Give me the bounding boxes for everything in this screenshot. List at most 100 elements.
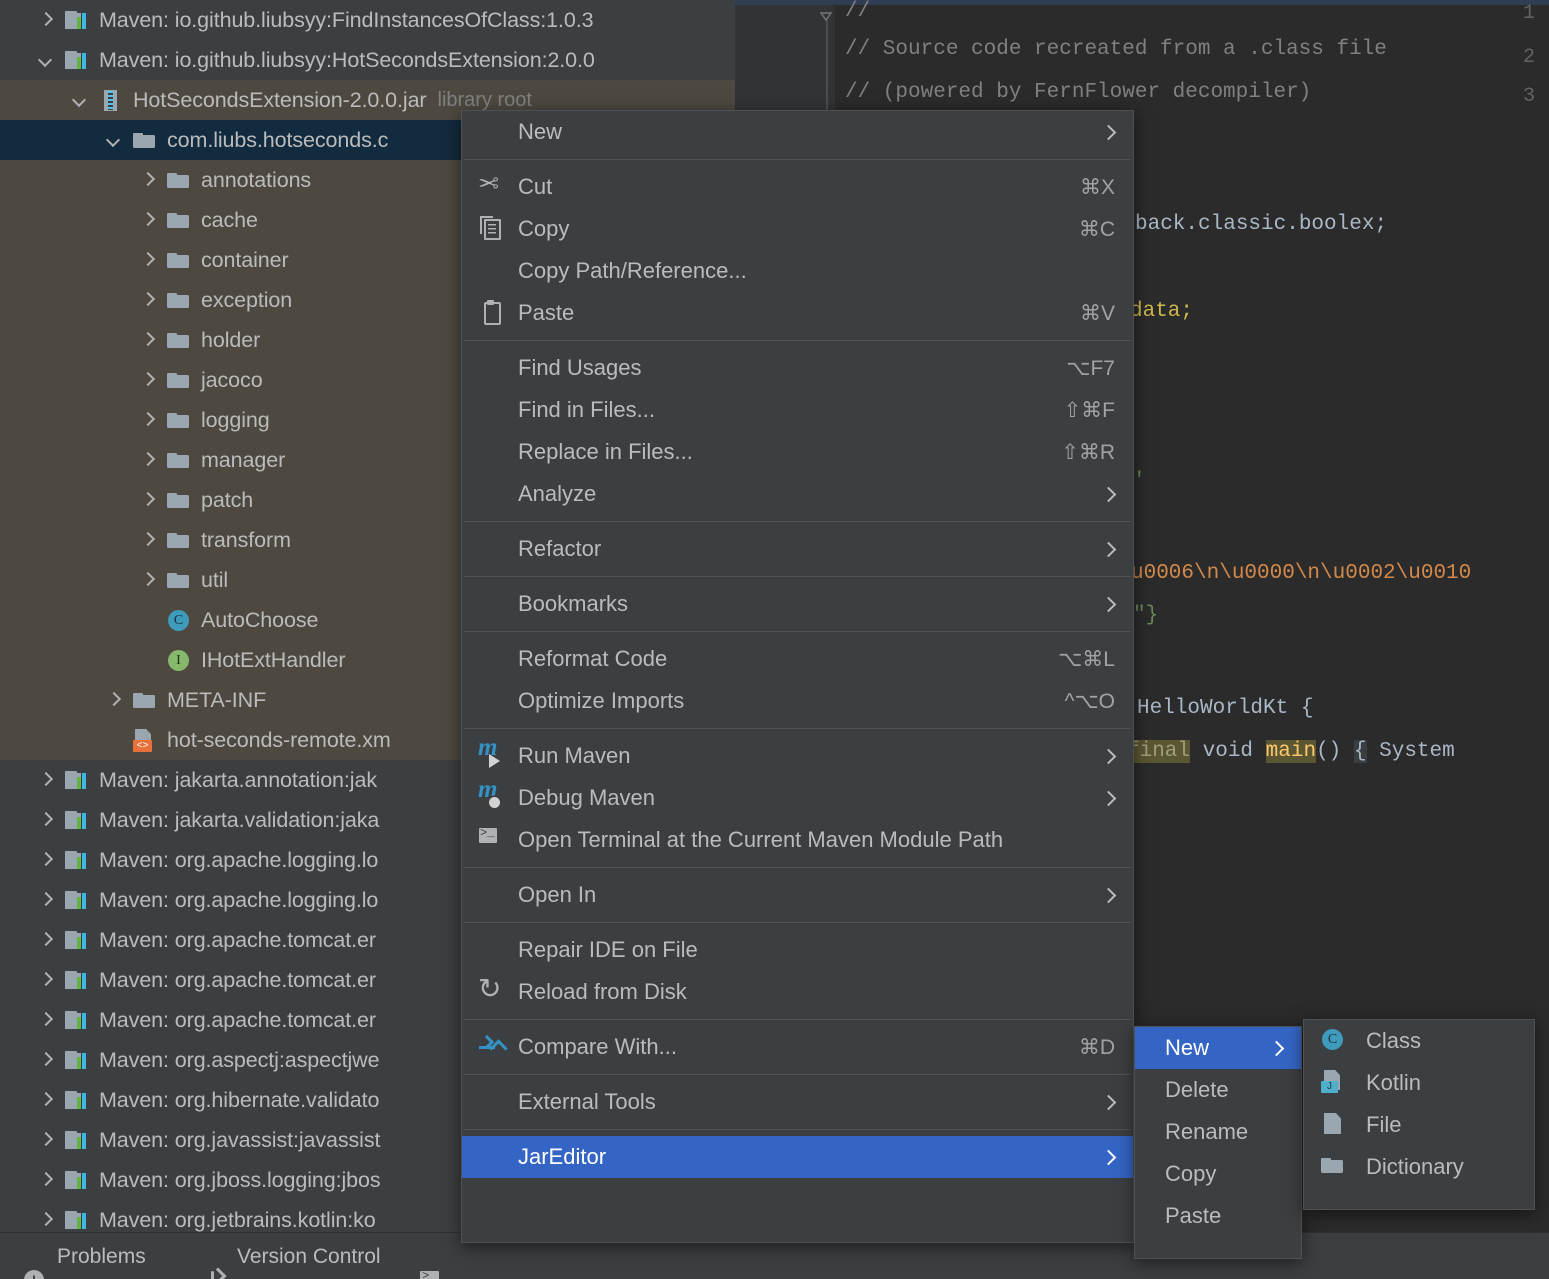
tree-row-label: jacoco bbox=[201, 368, 263, 393]
menu-item-find-usages[interactable]: Find Usages⌥F7 bbox=[462, 347, 1133, 389]
menu-item-copy[interactable]: Copy⌘C bbox=[462, 208, 1133, 250]
menu-item-new[interactable]: New bbox=[462, 111, 1133, 153]
chevron-right-icon[interactable] bbox=[38, 1172, 54, 1188]
chevron-right-icon[interactable] bbox=[38, 852, 54, 868]
jareditor-submenu[interactable]: NewDeleteRenameCopyPaste bbox=[1134, 1026, 1302, 1259]
tree-spacer bbox=[140, 652, 156, 668]
chevron-right-icon[interactable] bbox=[140, 412, 156, 428]
maven-run-icon bbox=[478, 743, 504, 769]
menu-item-optimize-imports[interactable]: Optimize Imports^⌥O bbox=[462, 680, 1133, 722]
status-terminal[interactable] bbox=[420, 1233, 442, 1279]
menu-item-external-tools[interactable]: External Tools bbox=[462, 1081, 1133, 1123]
jareditor-submenu-item-paste[interactable]: Paste bbox=[1135, 1195, 1301, 1237]
tree-row-label: logging bbox=[201, 408, 270, 433]
chevron-right-icon[interactable] bbox=[140, 572, 156, 588]
jar-icon bbox=[98, 89, 124, 111]
chevron-right-icon[interactable] bbox=[140, 532, 156, 548]
jareditor-submenu-item-new[interactable]: New bbox=[1135, 1027, 1301, 1069]
menu-separator bbox=[464, 1129, 1131, 1130]
chevron-right-icon[interactable] bbox=[140, 492, 156, 508]
chevron-right-icon[interactable] bbox=[38, 892, 54, 908]
menu-item-compare-with[interactable]: Compare With...⌘D bbox=[462, 1026, 1133, 1068]
menu-item-jareditor[interactable]: JarEditor bbox=[462, 1136, 1133, 1178]
menu-item-label: Copy bbox=[518, 216, 1079, 242]
jareditor-submenu-item-copy[interactable]: Copy bbox=[1135, 1153, 1301, 1195]
tree-row-label: IHotExtHandler bbox=[201, 648, 345, 673]
tree-row-label: Maven: org.jetbrains.kotlin:ko bbox=[99, 1208, 376, 1233]
chevron-right-icon[interactable] bbox=[38, 1012, 54, 1028]
menu-item-find-in-files[interactable]: Find in Files...⇧⌘F bbox=[462, 389, 1133, 431]
menu-item-open-terminal-at-the-current-maven-module-path[interactable]: Open Terminal at the Current Maven Modul… bbox=[462, 819, 1133, 861]
chevron-right-icon[interactable] bbox=[38, 12, 54, 28]
menu-item-shortcut: ⌥F7 bbox=[1066, 356, 1115, 381]
maven-library-icon bbox=[64, 1089, 90, 1111]
chevron-right-icon[interactable] bbox=[140, 452, 156, 468]
new-submenu[interactable]: ClassKotlinFileDictionary bbox=[1303, 1019, 1535, 1210]
chevron-right-icon[interactable] bbox=[140, 252, 156, 268]
tree-row-label: Maven: jakarta.annotation:jak bbox=[99, 768, 377, 793]
menu-item-label: Repair IDE on File bbox=[518, 937, 1115, 963]
chevron-right-icon[interactable] bbox=[140, 172, 156, 188]
chevron-right-icon[interactable] bbox=[38, 1132, 54, 1148]
chevron-right-icon[interactable] bbox=[106, 692, 122, 708]
folder-icon bbox=[166, 449, 192, 471]
line-number: 1 bbox=[1523, 2, 1535, 25]
menu-item-cut[interactable]: Cut⌘X bbox=[462, 166, 1133, 208]
chevron-down-icon[interactable] bbox=[106, 132, 122, 148]
chevron-right-icon[interactable] bbox=[38, 812, 54, 828]
chevron-right-icon[interactable] bbox=[38, 972, 54, 988]
folder-icon bbox=[166, 329, 192, 351]
class-icon bbox=[166, 609, 192, 631]
chevron-right-icon[interactable] bbox=[140, 292, 156, 308]
chevron-down-icon[interactable] bbox=[72, 92, 88, 108]
reload-icon bbox=[478, 979, 504, 1005]
chevron-right-icon[interactable] bbox=[38, 1052, 54, 1068]
chevron-right-icon[interactable] bbox=[38, 1212, 54, 1228]
menu-item-bookmarks[interactable]: Bookmarks bbox=[462, 583, 1133, 625]
menu-item-refactor[interactable]: Refactor bbox=[462, 528, 1133, 570]
menu-item-paste[interactable]: Paste⌘V bbox=[462, 292, 1133, 334]
chevron-right-icon bbox=[1101, 1095, 1115, 1109]
menu-item-repair-ide-on-file[interactable]: Repair IDE on File bbox=[462, 929, 1133, 971]
jareditor-submenu-item-rename[interactable]: Rename bbox=[1135, 1111, 1301, 1153]
menu-item-reload-from-disk[interactable]: Reload from Disk bbox=[462, 971, 1133, 1013]
chevron-right-icon[interactable] bbox=[38, 932, 54, 948]
maven-library-icon bbox=[64, 1209, 90, 1231]
menu-item-open-in[interactable]: Open In bbox=[462, 874, 1133, 916]
menu-item-reformat-code[interactable]: Reformat Code⌥⌘L bbox=[462, 638, 1133, 680]
code-fold-icon[interactable] bbox=[819, 6, 833, 20]
menu-item-debug-maven[interactable]: Debug Maven bbox=[462, 777, 1133, 819]
tree-row-label: Maven: org.hibernate.validato bbox=[99, 1088, 379, 1113]
new-submenu-item-kotlin[interactable]: Kotlin bbox=[1304, 1062, 1534, 1104]
menu-separator bbox=[464, 867, 1131, 868]
chevron-right-icon[interactable] bbox=[38, 1092, 54, 1108]
status-problems[interactable]: Problems bbox=[24, 1233, 146, 1279]
new-submenu-item-class[interactable]: Class bbox=[1304, 1020, 1534, 1062]
menu-item-label: Copy Path/Reference... bbox=[518, 258, 1115, 284]
menu-item-run-maven[interactable]: Run Maven bbox=[462, 735, 1133, 777]
compare-icon bbox=[478, 1034, 504, 1060]
tree-row-label: Maven: org.apache.logging.lo bbox=[99, 848, 378, 873]
new-submenu-item-file[interactable]: File bbox=[1304, 1104, 1534, 1146]
menu-item-copy-path-reference[interactable]: Copy Path/Reference... bbox=[462, 250, 1133, 292]
menu-item-label: Bookmarks bbox=[518, 591, 1087, 617]
tree-row[interactable]: Maven: io.github.liubsyy:FindInstancesOf… bbox=[0, 0, 735, 40]
jareditor-submenu-item-delete[interactable]: Delete bbox=[1135, 1069, 1301, 1111]
menu-item-replace-in-files[interactable]: Replace in Files...⇧⌘R bbox=[462, 431, 1133, 473]
menu-item-analyze[interactable]: Analyze bbox=[462, 473, 1133, 515]
chevron-right-icon[interactable] bbox=[140, 212, 156, 228]
chevron-right-icon[interactable] bbox=[38, 772, 54, 788]
chevron-right-icon bbox=[1101, 125, 1115, 139]
status-version-control[interactable]: Version Control bbox=[204, 1233, 381, 1279]
context-menu[interactable]: New Cut⌘XCopy⌘C Copy Path/Reference... Past… bbox=[461, 110, 1134, 1243]
chevron-right-icon bbox=[1101, 791, 1115, 805]
chevron-right-icon[interactable] bbox=[140, 372, 156, 388]
chevron-down-icon[interactable] bbox=[38, 52, 54, 68]
folder-icon bbox=[132, 129, 158, 151]
tree-row[interactable]: Maven: io.github.liubsyy:HotSecondsExten… bbox=[0, 40, 735, 80]
new-submenu-item-dictionary[interactable]: Dictionary bbox=[1304, 1146, 1534, 1188]
chevron-right-icon bbox=[1101, 888, 1115, 902]
chevron-right-icon[interactable] bbox=[140, 332, 156, 348]
tree-row-label: AutoChoose bbox=[201, 608, 318, 633]
chevron-right-icon bbox=[1101, 597, 1115, 611]
